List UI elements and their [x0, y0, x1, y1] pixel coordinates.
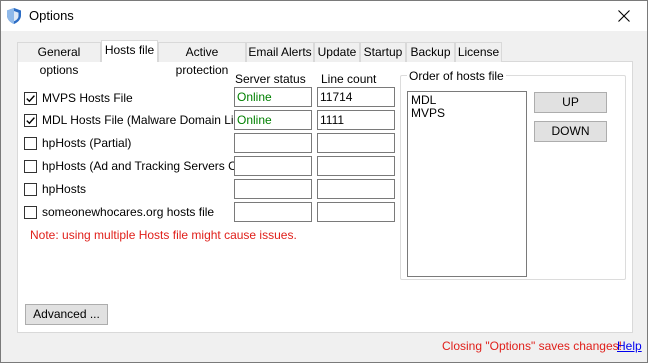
mvps-status-field: Online — [234, 87, 312, 107]
hphosts-ad-tracking-checkbox[interactable] — [24, 160, 37, 173]
order-groupbox-title: Order of hosts file — [407, 69, 506, 83]
hphosts-status-field — [234, 179, 312, 199]
someonewhocares-label: someonewhocares.org hosts file — [42, 205, 215, 219]
hphosts-ad-tracking-status-field — [234, 156, 312, 176]
tab-hosts-file[interactable]: Hosts file — [101, 40, 158, 62]
server-status-header: Server status — [235, 72, 306, 86]
shield-icon — [7, 8, 21, 24]
hphosts-ad-tracking-label: hpHosts (Ad and Tracking Servers Only) — [42, 159, 257, 173]
hphosts-partial-label: hpHosts (Partial) — [42, 136, 132, 150]
mdl-checkbox[interactable] — [24, 114, 37, 127]
title-bar: Options — [1, 1, 647, 31]
tab-backup[interactable]: Backup — [406, 42, 455, 62]
mdl-label: MDL Hosts File (Malware Domain List) — [42, 113, 247, 127]
someonewhocares-status-field — [234, 202, 312, 222]
tab-general-options[interactable]: General options — [17, 42, 101, 77]
move-up-button[interactable]: UP — [534, 92, 607, 113]
list-item[interactable]: MVPS — [411, 107, 523, 120]
someonewhocares-checkbox[interactable] — [24, 206, 37, 219]
someonewhocares-count-field — [317, 202, 395, 222]
window-title: Options — [29, 8, 74, 23]
hphosts-partial-count-field — [317, 133, 395, 153]
move-down-button[interactable]: DOWN — [534, 121, 607, 142]
close-icon — [618, 10, 630, 22]
mvps-checkbox[interactable] — [24, 92, 37, 105]
checkmark-icon — [26, 117, 35, 125]
mdl-status-field: Online — [234, 110, 312, 130]
tab-license[interactable]: License — [455, 42, 502, 62]
hphosts-ad-tracking-count-field — [317, 156, 395, 176]
hphosts-partial-checkbox[interactable] — [24, 137, 37, 150]
advanced-button[interactable]: Advanced ... — [25, 304, 108, 325]
checkmark-icon — [26, 95, 35, 103]
mvps-label: MVPS Hosts File — [42, 91, 133, 105]
tab-active-protection[interactable]: Active protection — [158, 42, 246, 77]
mdl-count-field: 1111 — [317, 110, 395, 130]
close-button[interactable] — [601, 1, 647, 31]
hphosts-label: hpHosts — [42, 182, 87, 196]
tab-email-alerts[interactable]: Email Alerts — [246, 42, 314, 62]
options-window: Options General options Hosts file Activ… — [0, 0, 648, 363]
hphosts-checkbox[interactable] — [24, 183, 37, 196]
tab-update[interactable]: Update — [314, 42, 360, 62]
hphosts-partial-status-field — [234, 133, 312, 153]
multiple-hosts-warning: Note: using multiple Hosts file might ca… — [30, 228, 297, 242]
order-listbox[interactable]: MDL MVPS — [407, 91, 527, 277]
hphosts-count-field — [317, 179, 395, 199]
tab-startup[interactable]: Startup — [360, 42, 406, 62]
help-link[interactable]: Help — [617, 339, 642, 353]
mvps-count-field: 11714 — [317, 87, 395, 107]
save-on-close-note: Closing "Options" saves changes! — [442, 339, 622, 353]
line-count-header: Line count — [321, 72, 377, 86]
